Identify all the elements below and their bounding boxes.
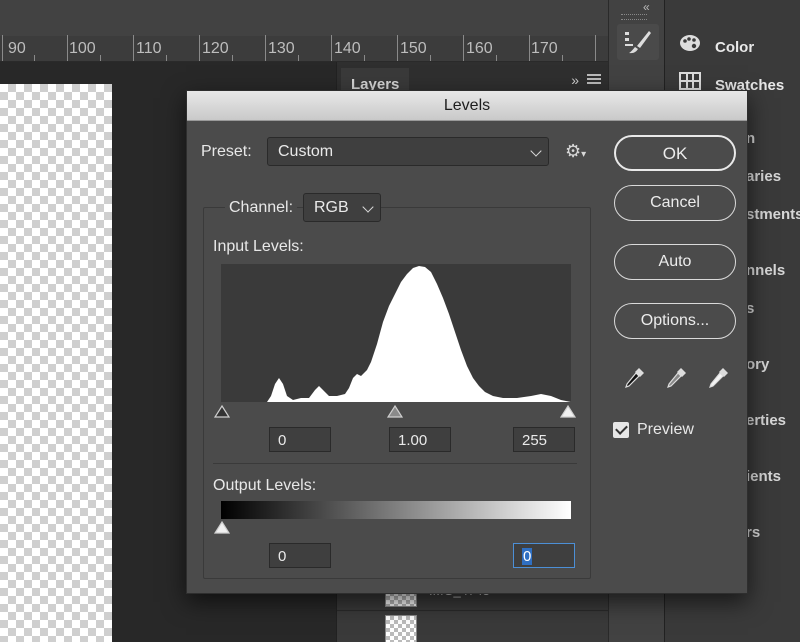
- transparent-canvas[interactable]: [0, 84, 112, 642]
- channel-select[interactable]: RGB: [303, 193, 381, 222]
- dialog-titlebar[interactable]: Levels: [187, 91, 747, 121]
- collapse-icon[interactable]: »: [571, 72, 579, 88]
- input-levels-label: Input Levels:: [213, 238, 304, 255]
- input-gamma-slider[interactable]: [387, 405, 403, 418]
- layer-row[interactable]: [337, 610, 609, 642]
- input-black-slider[interactable]: [214, 405, 230, 418]
- panel-color[interactable]: Color: [679, 34, 754, 56]
- ruler-label: 120: [202, 40, 229, 57]
- output-black-field[interactable]: 0: [269, 543, 331, 568]
- ruler-label: 170: [531, 40, 558, 57]
- gear-icon[interactable]: ⚙▾: [565, 141, 586, 162]
- channel-label: Channel:: [225, 199, 298, 217]
- ruler-label: 130: [268, 40, 295, 57]
- input-white-slider[interactable]: [560, 405, 576, 418]
- input-black-field[interactable]: 0: [269, 427, 331, 452]
- input-gamma-field[interactable]: 1.00: [389, 427, 451, 452]
- output-white-field[interactable]: 0: [513, 543, 575, 568]
- panel-label-partial[interactable]: erties: [746, 412, 786, 429]
- cancel-button[interactable]: Cancel: [614, 185, 736, 221]
- grip-icon[interactable]: [621, 14, 647, 20]
- ruler-label: 150: [400, 40, 427, 57]
- panel-label-partial[interactable]: ients: [746, 468, 781, 485]
- preview-checkbox[interactable]: [613, 422, 629, 438]
- divider: [213, 463, 577, 464]
- ruler-label: 110: [136, 40, 162, 57]
- output-black-slider[interactable]: [214, 521, 230, 534]
- preset-label: Preset:: [201, 143, 252, 160]
- histogram-shape: [221, 266, 571, 402]
- dialog-title: Levels: [443, 97, 491, 114]
- panel-menu-icon[interactable]: [587, 74, 601, 84]
- chevron-down-icon: [362, 201, 374, 213]
- output-levels-label: Output Levels:: [213, 477, 317, 494]
- ruler-label: 160: [466, 40, 493, 57]
- panel-label-partial[interactable]: ory: [746, 356, 769, 373]
- preset-select[interactable]: Custom: [267, 137, 549, 166]
- panel-label-partial[interactable]: stments: [746, 206, 800, 223]
- ruler-label: 90: [8, 40, 26, 57]
- layer-thumbnail: [385, 615, 417, 642]
- gray-point-eyedropper-icon[interactable]: [663, 365, 689, 391]
- channel-value: RGB: [314, 199, 349, 216]
- ruler-label: 140: [334, 40, 361, 57]
- ok-button[interactable]: OK: [614, 135, 736, 171]
- white-point-eyedropper-icon[interactable]: [705, 365, 731, 391]
- ruler-label: 100: [69, 40, 96, 57]
- histogram: [221, 264, 571, 402]
- black-point-eyedropper-icon[interactable]: [621, 365, 647, 391]
- panel-label: Color: [715, 39, 755, 56]
- levels-dialog: Levels Preset: Custom ⚙▾ Channel: RGB In…: [186, 90, 748, 594]
- brush-settings-icon[interactable]: [617, 24, 659, 60]
- preview-label: Preview: [637, 421, 694, 438]
- horizontal-ruler: 90 100 110 120 130 140 150 160 170: [0, 35, 608, 62]
- collapse-icon[interactable]: «: [643, 0, 650, 14]
- preset-value: Custom: [278, 143, 334, 160]
- palette-icon: [679, 34, 701, 56]
- auto-button[interactable]: Auto: [614, 244, 736, 280]
- panel-label-partial[interactable]: aries: [746, 168, 781, 185]
- panel-label-partial[interactable]: rs: [746, 524, 760, 541]
- options-bar: [0, 0, 608, 36]
- chevron-down-icon: [530, 145, 542, 157]
- panel-label-partial[interactable]: nnels: [746, 262, 785, 279]
- input-white-field[interactable]: 255: [513, 427, 575, 452]
- options-button[interactable]: Options...: [614, 303, 736, 339]
- output-gradient: [221, 501, 571, 519]
